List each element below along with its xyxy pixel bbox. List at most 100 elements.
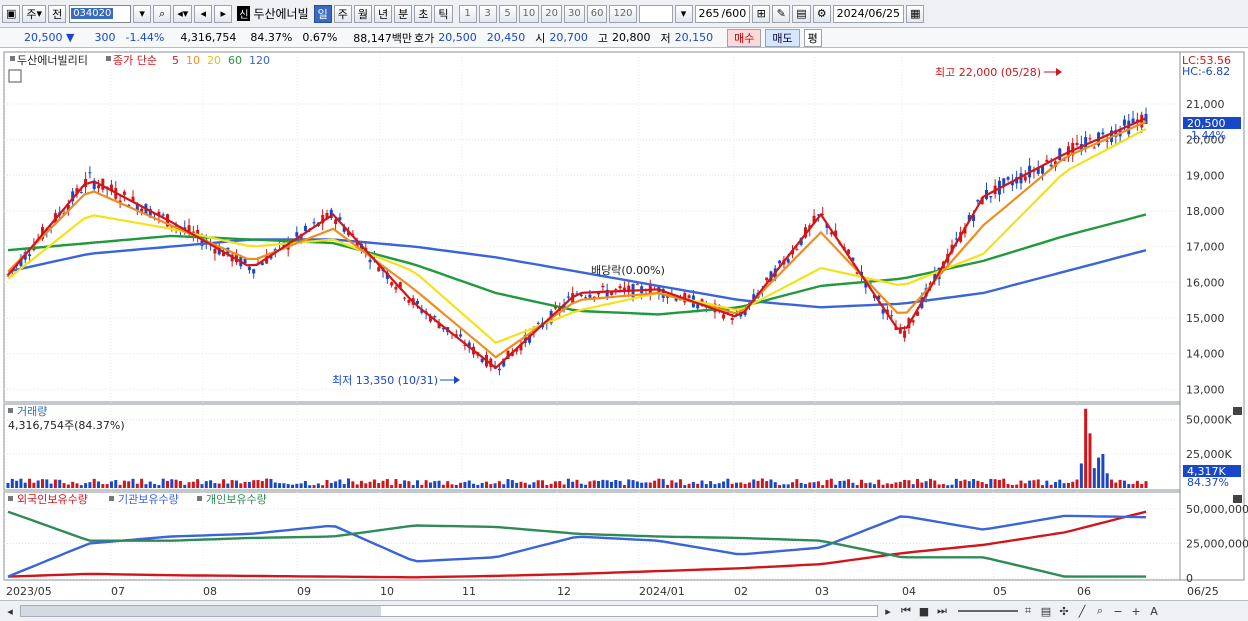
font-size-icon[interactable]: A bbox=[1146, 603, 1162, 619]
market-select[interactable]: 주 ▾ bbox=[22, 4, 47, 23]
calendar-icon[interactable]: ▦ bbox=[906, 4, 925, 23]
x-axis-tick: 07 bbox=[111, 585, 125, 598]
zoom-reset-icon[interactable]: ⌗ bbox=[1020, 603, 1036, 619]
last-icon[interactable]: ⏭ bbox=[934, 603, 950, 619]
zoom-in-icon[interactable]: + bbox=[1128, 603, 1144, 619]
date-input[interactable]: 2024/06/25 bbox=[832, 4, 905, 23]
volume-bar bbox=[1144, 481, 1148, 488]
interval-button[interactable]: 30 bbox=[563, 4, 585, 23]
volume-bar bbox=[609, 481, 613, 488]
window-icon[interactable]: ▣ bbox=[2, 4, 21, 23]
x-axis-tick: 09 bbox=[297, 585, 311, 598]
candle-body bbox=[579, 294, 583, 297]
draw-line-icon[interactable]: ╱ bbox=[1074, 603, 1090, 619]
volume-bar bbox=[864, 483, 868, 488]
candle-body bbox=[1045, 159, 1049, 162]
candle-body bbox=[635, 283, 639, 285]
next-stock-icon[interactable]: ▸ bbox=[214, 4, 233, 23]
period-button[interactable]: 일 bbox=[313, 4, 332, 23]
volume-bar bbox=[403, 480, 407, 488]
volume-bar bbox=[627, 479, 631, 488]
volume-bar bbox=[635, 481, 639, 488]
candle-type-icon[interactable]: ⊞ bbox=[752, 4, 771, 23]
scroll-left-icon[interactable]: ◂ bbox=[2, 603, 18, 619]
volume-bar bbox=[605, 480, 609, 488]
bid-label: 호가 bbox=[414, 31, 435, 45]
scroll-track[interactable] bbox=[20, 605, 878, 617]
search-icon[interactable]: ⌕ bbox=[153, 4, 172, 23]
save-icon[interactable]: ▤ bbox=[792, 4, 811, 23]
volume-bar bbox=[459, 482, 463, 488]
layout-icon[interactable]: ▤ bbox=[1038, 603, 1054, 619]
hc-value: HC:-6.82 bbox=[1182, 65, 1230, 78]
stop-icon[interactable]: ■ bbox=[916, 603, 932, 619]
interval-button[interactable]: 1 bbox=[458, 4, 477, 23]
interval-dropdown-icon[interactable]: ▾ bbox=[674, 4, 693, 23]
volume-bar bbox=[1114, 482, 1118, 488]
speaker-icon[interactable]: ◂▾ bbox=[173, 4, 193, 23]
interval-button[interactable]: 3 bbox=[478, 4, 497, 23]
candle-body bbox=[1122, 119, 1126, 126]
scroll-thumb[interactable] bbox=[21, 606, 381, 616]
direction-icon: ▼ bbox=[66, 31, 75, 44]
interval-button[interactable]: 120 bbox=[609, 4, 637, 23]
volume-bar bbox=[683, 485, 687, 488]
period-button[interactable]: 주 bbox=[333, 4, 352, 23]
first-icon[interactable]: ⏮ bbox=[898, 603, 914, 619]
magnify-icon[interactable]: ⌕ bbox=[1092, 603, 1108, 619]
volume-bar bbox=[385, 479, 389, 488]
gear-icon[interactable]: ⚙ bbox=[812, 4, 831, 23]
interval-input[interactable] bbox=[638, 4, 673, 23]
prev-button[interactable]: 전 bbox=[48, 4, 67, 23]
code-dropdown-icon[interactable]: ▾ bbox=[133, 4, 152, 23]
candle-body bbox=[403, 297, 407, 299]
volume-bar bbox=[506, 479, 510, 488]
period-button[interactable]: 틱 bbox=[434, 4, 453, 23]
stock-name: 신 두산에너빌 bbox=[234, 5, 311, 23]
volume-bar bbox=[1049, 484, 1053, 488]
period-button[interactable]: 년 bbox=[374, 4, 393, 23]
interval-button[interactable]: 60 bbox=[586, 4, 608, 23]
count-input[interactable]: 265/600 bbox=[694, 4, 751, 23]
zoom-out-icon[interactable]: − bbox=[1110, 603, 1126, 619]
period-button[interactable]: 월 bbox=[353, 4, 373, 23]
volume-bar bbox=[545, 485, 549, 488]
volume-bar bbox=[778, 485, 782, 488]
candle-body bbox=[101, 178, 105, 190]
volume-bar bbox=[825, 480, 829, 488]
tools-icon[interactable]: ✎ bbox=[772, 4, 791, 23]
volume-bar bbox=[1053, 482, 1057, 488]
volume-bar bbox=[890, 483, 894, 488]
volume-bar bbox=[183, 484, 187, 488]
period-button[interactable]: 초 bbox=[414, 4, 433, 23]
volume-bar bbox=[174, 479, 178, 488]
chart-area[interactable]: 21,000 20,000 19,000 18,000 17,000 16,000 15,0… bbox=[0, 50, 1248, 602]
volume-bar bbox=[502, 484, 506, 488]
interval-button[interactable]: 20 bbox=[541, 4, 562, 23]
chart-svg[interactable]: 21,00020,00019,00018,00017,00016,00015,0… bbox=[0, 50, 1248, 602]
interval-button[interactable]: 5 bbox=[498, 4, 517, 23]
credit-badge: 신 bbox=[237, 6, 251, 21]
candle-body bbox=[696, 304, 700, 309]
volume-bar bbox=[933, 480, 937, 488]
prev-stock-icon[interactable]: ◂ bbox=[194, 4, 213, 23]
period-button[interactable]: 분 bbox=[394, 4, 413, 23]
panel-menu-icon[interactable] bbox=[8, 69, 22, 83]
avg-button[interactable]: 평 bbox=[803, 28, 822, 47]
volume-bar bbox=[437, 480, 441, 488]
buy-button[interactable]: 매수 bbox=[727, 28, 762, 47]
scroll-right-icon[interactable]: ▸ bbox=[880, 603, 896, 619]
volume-bar bbox=[821, 485, 825, 488]
volume-close-icon[interactable] bbox=[1233, 407, 1242, 415]
holdings-close-icon[interactable] bbox=[1233, 495, 1242, 503]
code-input[interactable]: 034020 bbox=[69, 4, 132, 23]
sell-button[interactable]: 매도 bbox=[765, 28, 800, 47]
volume-bar bbox=[1036, 479, 1040, 488]
volume-bar bbox=[484, 481, 488, 488]
zoom-slider[interactable] bbox=[958, 610, 1018, 612]
volume-bar bbox=[614, 479, 618, 488]
candle-body bbox=[213, 248, 217, 254]
volume-bar bbox=[829, 478, 833, 488]
crosshair-icon[interactable]: ✣ bbox=[1056, 603, 1072, 619]
interval-button[interactable]: 10 bbox=[518, 4, 540, 23]
